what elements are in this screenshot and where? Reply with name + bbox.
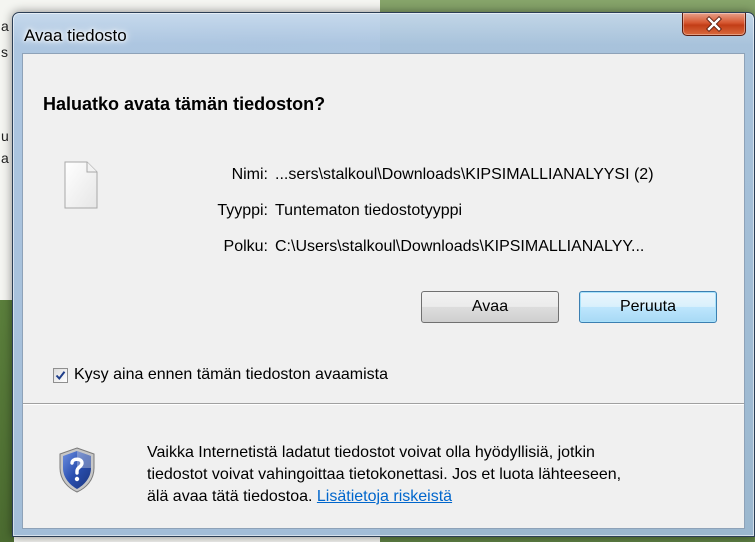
cancel-button[interactable]: Peruuta [579, 291, 717, 323]
file-type-value: Tuntematon tiedostotyyppi [275, 202, 463, 219]
divider [23, 403, 744, 405]
open-file-dialog: Avaa tiedosto Haluatko avata tämän tiedo… [12, 12, 755, 537]
file-path-value: C:\Users\stalkoul\Downloads\KIPSIMALLIAN… [275, 238, 645, 255]
risk-info-link[interactable]: Lisätietoja riskeistä [317, 488, 452, 505]
shield-question-icon [59, 447, 95, 493]
warning-line-prefix: älä avaa tätä tiedostoa. [147, 488, 317, 505]
close-icon [706, 16, 722, 32]
dialog-question: Haluatko avata tämän tiedoston? [43, 94, 326, 114]
open-button[interactable]: Avaa [421, 291, 559, 323]
close-button[interactable] [682, 13, 746, 36]
warning-line: tiedostot voivat vahingoittaa tietokonet… [147, 466, 622, 483]
background-text: a [1, 18, 9, 34]
background-text: s [1, 44, 8, 60]
dialog-title: Avaa tiedosto [24, 26, 127, 45]
dialog-content: Haluatko avata tämän tiedoston? Nimi: ..… [22, 53, 745, 529]
file-type-label: Tyyppi: [217, 202, 268, 219]
file-name-row: Nimi: ...sers\stalkoul\Downloads\KIPSIMA… [103, 166, 743, 188]
blank-file-icon [64, 161, 98, 209]
security-warning: Vaikka Internetistä ladatut tiedostot vo… [147, 442, 737, 508]
file-path-label: Polku: [223, 238, 268, 255]
background-text: u [1, 128, 9, 144]
always-ask-label[interactable]: Kysy aina ennen tämän tiedoston avaamist… [74, 366, 388, 384]
file-path-row: Polku: C:\Users\stalkoul\Downloads\KIPSI… [103, 238, 743, 260]
check-icon [55, 370, 66, 380]
file-type-row: Tyyppi: Tuntematon tiedostotyyppi [103, 202, 743, 224]
always-ask-checkbox[interactable] [53, 367, 68, 383]
file-name-label: Nimi: [231, 166, 268, 183]
background-text: a [1, 150, 9, 166]
title-bar[interactable]: Avaa tiedosto [13, 13, 754, 53]
warning-line-last: älä avaa tätä tiedostoa. Lisätietoja ris… [147, 486, 737, 508]
always-ask-checkbox-row[interactable]: Kysy aina ennen tämän tiedoston avaamist… [53, 365, 388, 385]
file-name-value: ...sers\stalkoul\Downloads\KIPSIMALLIANA… [275, 166, 654, 183]
warning-line: Vaikka Internetistä ladatut tiedostot vo… [147, 444, 595, 461]
